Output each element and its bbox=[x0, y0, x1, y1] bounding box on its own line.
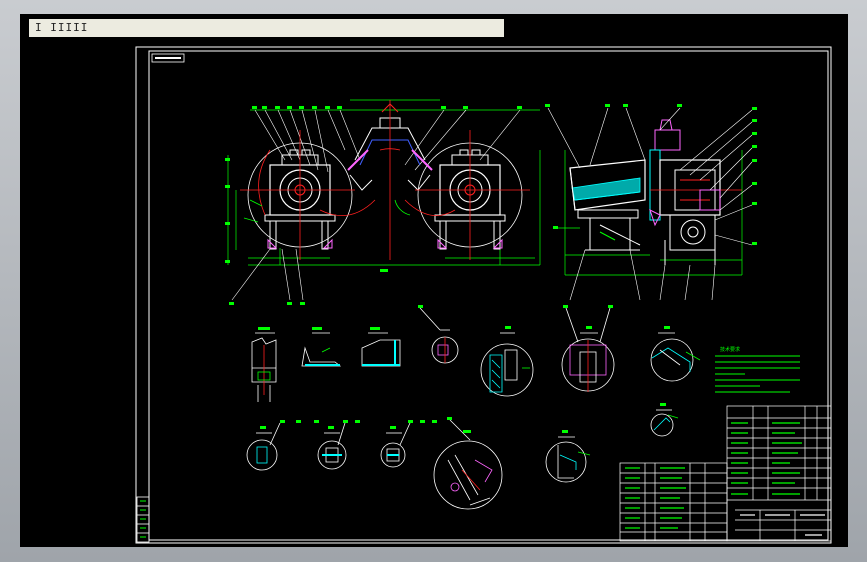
title-block-text bbox=[740, 514, 825, 536]
detail-views-row-2 bbox=[246, 403, 679, 510]
parts-list-text bbox=[625, 422, 802, 529]
sheet-frame-inner bbox=[148, 50, 829, 541]
notes-heading: 技术要求 bbox=[720, 346, 740, 353]
front-view bbox=[225, 99, 541, 305]
technical-notes: 技术要求 bbox=[715, 346, 800, 393]
detail-views-row-1 bbox=[251, 305, 701, 402]
cad-drawing[interactable]: 技术要求 bbox=[0, 0, 867, 562]
side-view bbox=[545, 104, 757, 301]
